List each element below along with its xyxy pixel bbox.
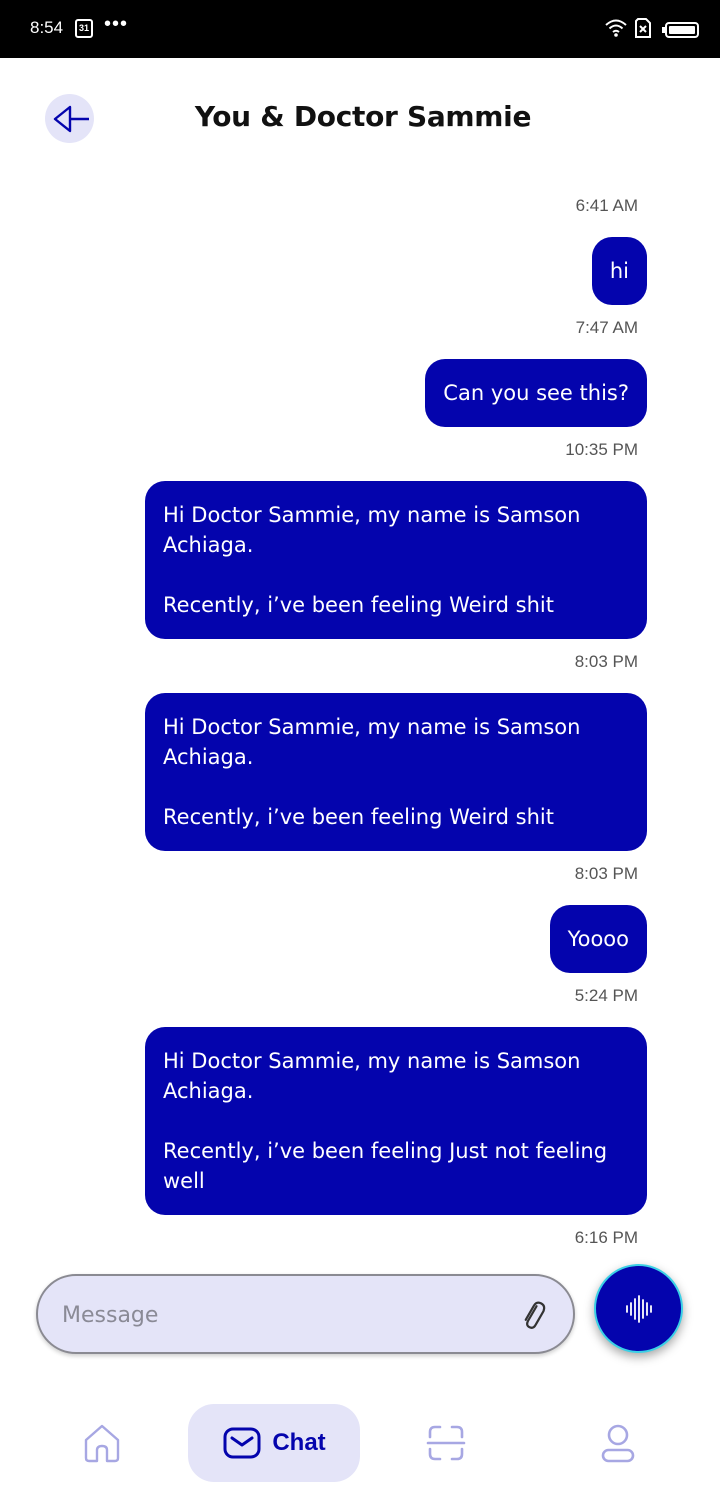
paperclip-icon[interactable] xyxy=(516,1298,550,1332)
message-timestamp: 7:47 AM xyxy=(575,318,638,337)
message-timestamp: 8:03 PM xyxy=(574,864,638,883)
message-timestamp: 8:03 PM xyxy=(574,652,638,671)
message-timestamp: 5:24 PM xyxy=(574,986,638,1005)
nav-home[interactable] xyxy=(70,1404,134,1482)
battery-icon xyxy=(662,22,699,38)
message-bubble[interactable]: Hi Doctor Sammie, my name is Samson Achi… xyxy=(145,481,647,639)
back-button[interactable] xyxy=(45,94,94,143)
message-bubble[interactable]: Can you see this? xyxy=(425,359,647,427)
wifi-icon xyxy=(605,19,627,37)
voice-record-button[interactable] xyxy=(594,1264,683,1353)
message-field xyxy=(36,1274,575,1354)
message-timestamp: 10:35 PM xyxy=(565,440,638,459)
back-arrow-icon xyxy=(53,105,89,132)
user-icon xyxy=(601,1424,635,1463)
mail-icon xyxy=(223,1427,261,1459)
page-title: You & Doctor Sammie xyxy=(194,100,532,133)
nav-scan[interactable] xyxy=(414,1404,478,1482)
message-bubble[interactable]: Hi Doctor Sammie, my name is Samson Achi… xyxy=(145,1027,647,1215)
more-notifications-icon: ••• xyxy=(104,13,129,35)
message-timestamp: 6:41 AM xyxy=(575,196,638,215)
no-sim-icon xyxy=(635,18,651,38)
home-icon xyxy=(84,1424,120,1463)
message-bubble[interactable]: Yoooo xyxy=(549,905,647,973)
nav-chat-label: Chat xyxy=(272,1429,326,1456)
status-bar: 8:54 31 ••• xyxy=(0,0,720,58)
calendar-icon: 31 xyxy=(75,19,93,38)
message-bubble[interactable]: hi xyxy=(591,237,647,305)
nav-profile[interactable] xyxy=(586,1404,650,1482)
message-timestamp: 6:16 PM xyxy=(574,1228,638,1247)
scan-icon xyxy=(426,1425,466,1461)
nav-chat[interactable]: Chat xyxy=(188,1404,360,1482)
status-time: 8:54 xyxy=(30,18,64,37)
message-bubble[interactable]: Hi Doctor Sammie, my name is Samson Achi… xyxy=(145,693,647,851)
sound-wave-icon xyxy=(625,1294,652,1323)
message-input[interactable] xyxy=(62,1296,492,1334)
